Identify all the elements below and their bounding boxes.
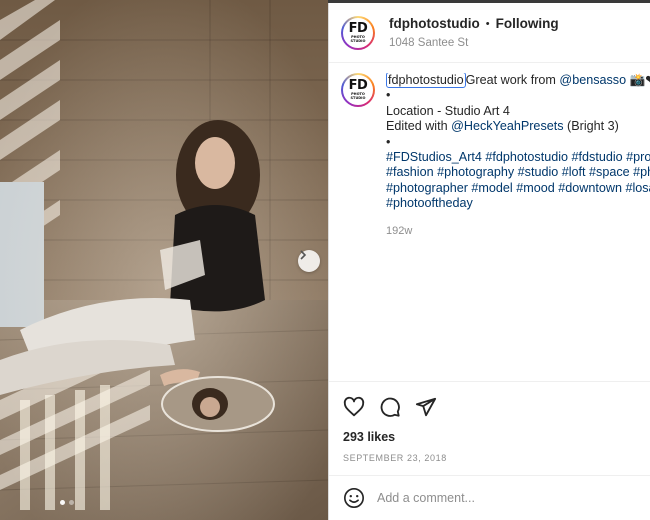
hashtags-line[interactable]: #photographer #model #mood #downtown #lo… — [386, 181, 650, 196]
comment-button[interactable] — [379, 396, 401, 418]
caption-emoji: 📸❤ — [629, 73, 650, 87]
avatar-logo: FD PHOTO STUDIO — [343, 17, 373, 48]
hashtags-line[interactable]: #FDStudios_Art4 #fdphotostudio #fdstudio… — [386, 150, 650, 165]
comment-input[interactable] — [377, 491, 627, 505]
post-header: FD PHOTO STUDIO fdphotostudio • Followin… — [329, 3, 650, 63]
next-photo-button[interactable] — [298, 250, 320, 272]
likes-count[interactable]: 293 likes — [329, 418, 650, 444]
caption: FD PHOTO STUDIO fdphotostudio Great work … — [341, 73, 650, 239]
caption-body: fdphotostudio Great work from @bensasso 📸… — [386, 73, 650, 239]
post-photo[interactable] — [0, 0, 328, 520]
hashtags-line[interactable]: #photooftheday — [386, 196, 650, 211]
smiley-icon — [344, 488, 364, 508]
avatar-logo: FD PHOTO STUDIO — [343, 75, 373, 105]
following-button[interactable]: Following — [496, 16, 559, 31]
caption-bullet: • — [386, 134, 391, 149]
mention-link[interactable]: @bensasso — [559, 73, 626, 87]
caption-text: Great work from — [465, 73, 560, 87]
location-link[interactable]: 1048 Santee St — [389, 37, 559, 49]
avatar-logo-subtext: PHOTO STUDIO — [350, 92, 366, 100]
carousel-dot-1 — [60, 500, 65, 505]
post-date: SEPTEMBER 23, 2018 — [343, 453, 447, 463]
emoji-button[interactable] — [343, 487, 365, 509]
like-button[interactable] — [343, 396, 365, 418]
separator-dot: • — [485, 17, 490, 30]
chevron-right-icon — [300, 250, 307, 260]
carousel-dots — [60, 500, 74, 505]
post-details-panel: FD PHOTO STUDIO fdphotostudio • Followin… — [328, 3, 650, 520]
heart-icon — [343, 396, 365, 417]
comment-bar — [329, 475, 650, 520]
photo-illustration — [0, 0, 328, 520]
hashtags-line[interactable]: #fashion #photography #studio #loft #spa… — [386, 165, 650, 180]
caption-line-1: fdphotostudio Great work from @bensasso 📸… — [386, 73, 650, 88]
action-icons — [329, 382, 650, 418]
caption-edited-line: Edited with @HeckYeahPresets (Bright 3) — [386, 119, 650, 134]
post-actions: 293 likes SEPTEMBER 23, 2018 — [329, 381, 650, 473]
avatar-logo-text: FD — [348, 20, 368, 36]
caption-location-line: Location - Studio Art 4 — [386, 103, 510, 118]
paper-plane-icon — [415, 397, 437, 417]
caption-text: (Bright 3) — [563, 119, 619, 134]
share-button[interactable] — [415, 396, 437, 418]
caption-bullet: • — [386, 88, 391, 103]
avatar-logo-subtext: PHOTO STUDIO — [350, 34, 366, 43]
caption-text: Edited with — [386, 119, 452, 134]
username-link[interactable]: fdphotostudio — [389, 16, 480, 31]
caption-time-ago[interactable]: 192w — [386, 224, 650, 239]
avatar-logo-text: FD — [348, 78, 368, 93]
caption-username-link[interactable]: fdphotostudio — [386, 73, 466, 88]
mention-link[interactable]: @HeckYeahPresets — [451, 119, 563, 133]
header-text: fdphotostudio • Following 1048 Santee St — [389, 16, 559, 49]
caption-avatar[interactable]: FD PHOTO STUDIO — [341, 73, 375, 107]
avatar[interactable]: FD PHOTO STUDIO — [341, 15, 375, 50]
comment-icon — [380, 397, 400, 417]
carousel-dot-2 — [69, 500, 74, 505]
